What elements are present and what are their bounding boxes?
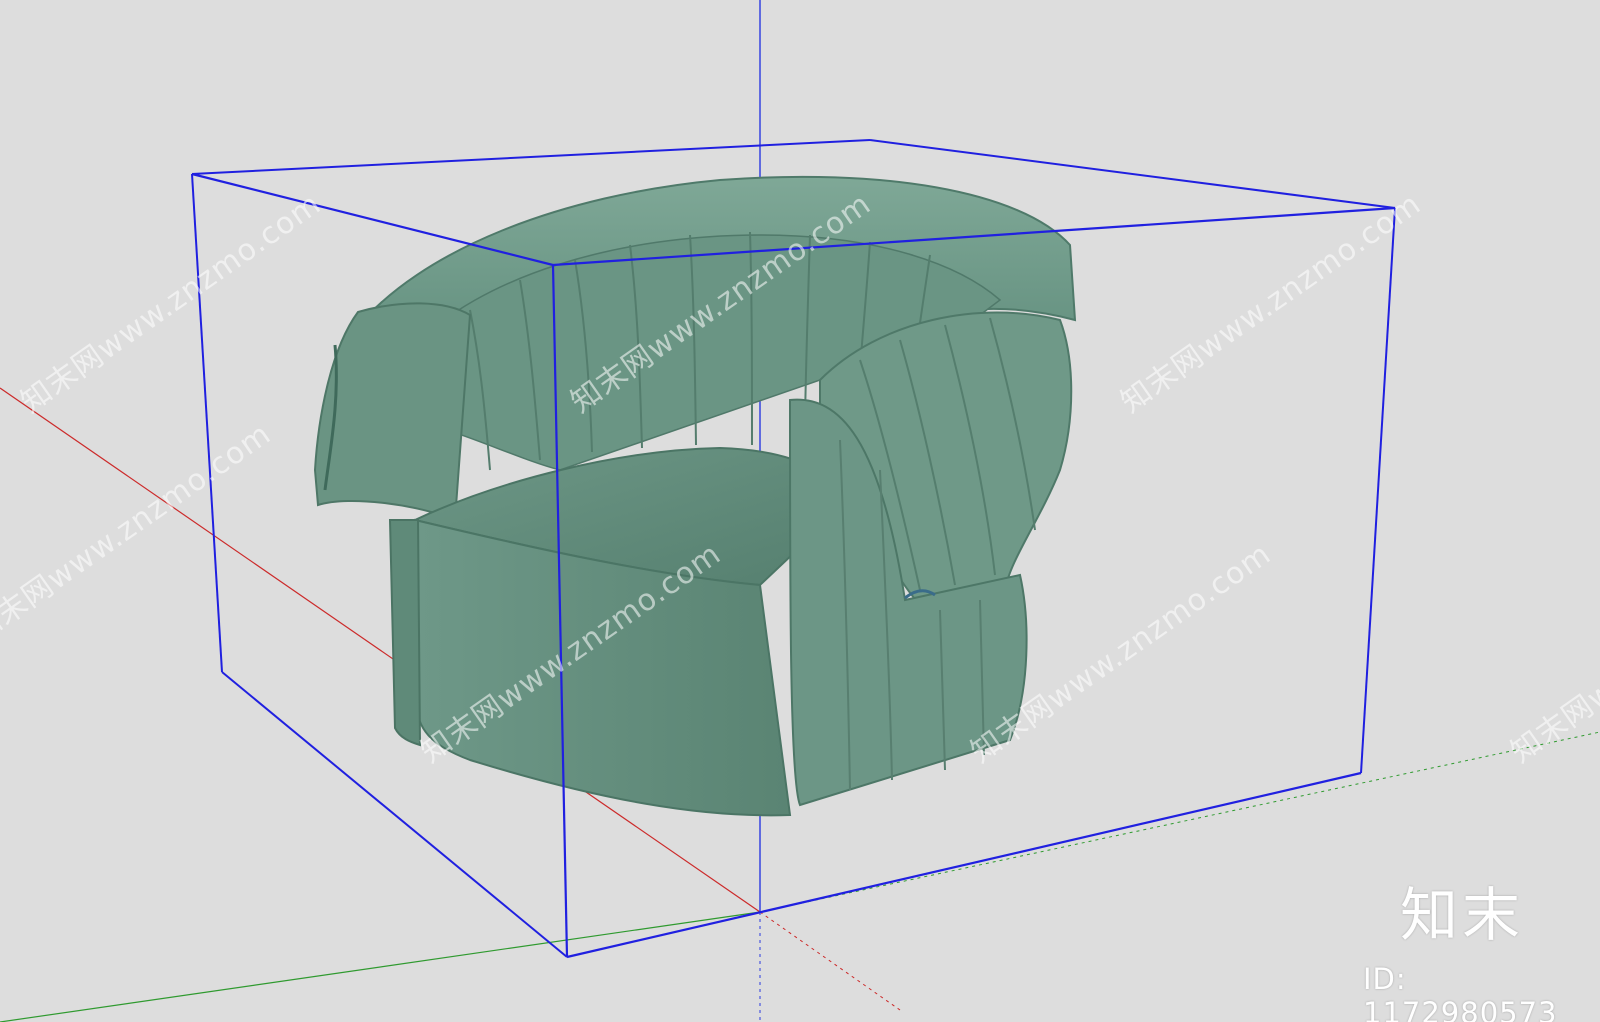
armchair-model[interactable] [313,175,1077,817]
chair-left-arm [313,302,472,522]
modeling-viewport[interactable]: 知末网www.znzmo.com 知末网www.znzmo.com 知末网www… [0,0,1600,1022]
chair-left-lower [388,519,422,747]
green-axis [0,911,761,1022]
brand-logo-text: 知末 [1400,881,1525,949]
red-axis-dotted [759,911,901,1011]
scene-canvas[interactable] [0,0,1600,1022]
model-id-label: ID: 1172980573 [1363,962,1558,1022]
